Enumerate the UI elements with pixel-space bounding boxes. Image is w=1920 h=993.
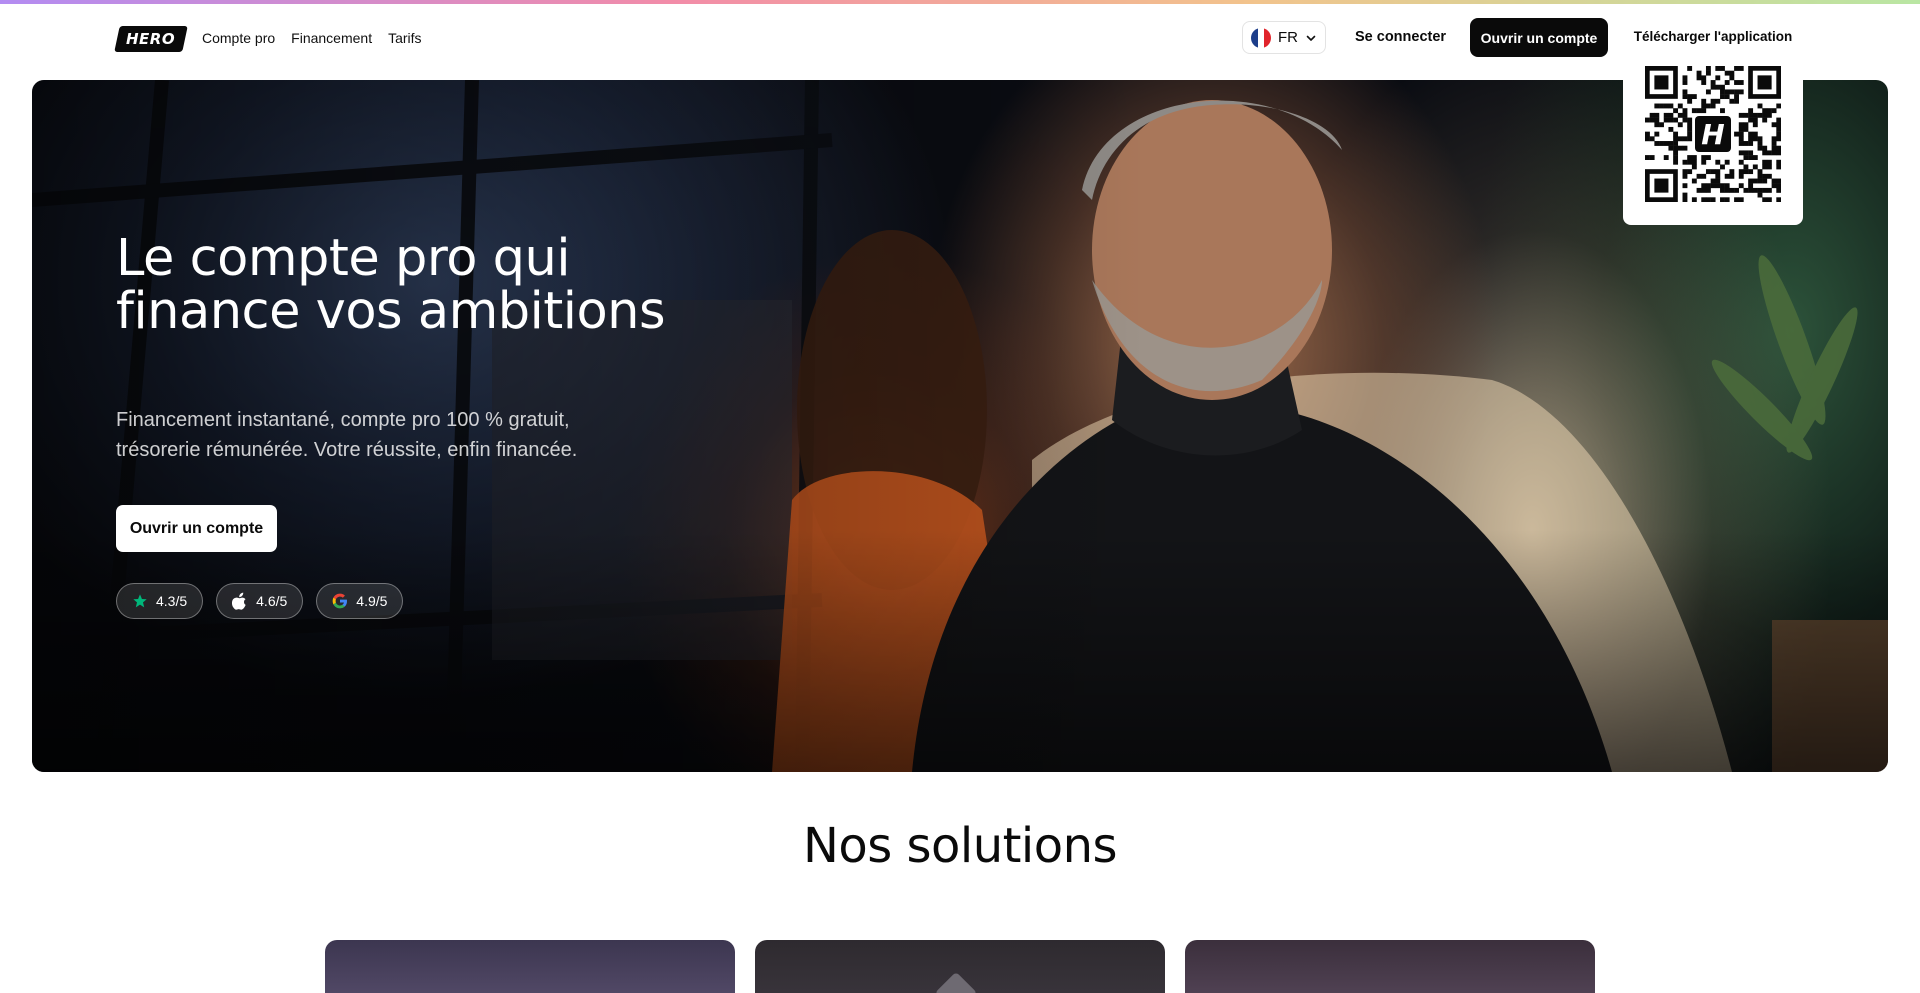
hero-title: Le compte pro qui finance vos ambitions [116,229,666,341]
nav-links: Compte pro Financement Tarifs [202,30,422,46]
download-app-card: Télécharger l'application H [1623,18,1803,225]
rating-app-store[interactable]: 4.6/5 [216,583,304,619]
nav-link-tarifs[interactable]: Tarifs [388,30,421,46]
logo-text: HERO [126,30,176,48]
qr-logo-icon: H [1695,116,1731,152]
rating-value: 4.6/5 [256,593,288,609]
solutions-title: Nos solutions [802,818,1118,874]
svg-text:H: H [1701,118,1724,151]
hero-subtitle: Financement instantané, compte pro 100 %… [116,409,578,461]
solution-card-2[interactable] [755,940,1165,993]
ratings-row: 4.3/5 4.6/5 4.9/5 [116,583,404,619]
language-selector[interactable]: FR [1242,21,1326,54]
open-account-hero-button[interactable]: Ouvrir un compte [116,505,277,552]
app-qr-code: H [1645,66,1782,203]
apple-icon [232,592,248,610]
card-illustration [934,971,978,993]
nav-link-compte-pro[interactable]: Compte pro [202,30,275,46]
rating-google[interactable]: 4.9/5 [316,583,404,619]
login-link[interactable]: Se connecter [1355,29,1446,45]
chevron-down-icon [1305,32,1317,44]
hero-logo[interactable]: HERO [114,26,188,52]
open-account-nav-button[interactable]: Ouvrir un compte [1470,18,1608,57]
google-icon [332,593,348,609]
france-flag-icon [1251,27,1271,48]
rating-value: 4.3/5 [156,593,188,609]
nav-link-financement[interactable]: Financement [291,30,372,46]
language-code: FR [1278,29,1298,46]
star-icon [132,593,148,609]
solution-card-3[interactable] [1185,940,1595,993]
download-app-label[interactable]: Télécharger l'application [1623,29,1803,44]
hero-section: Le compte pro qui finance vos ambitions … [32,80,1888,772]
rating-trustpilot[interactable]: 4.3/5 [116,583,204,619]
rating-value: 4.9/5 [356,593,388,609]
solution-card-1[interactable] [325,940,735,993]
